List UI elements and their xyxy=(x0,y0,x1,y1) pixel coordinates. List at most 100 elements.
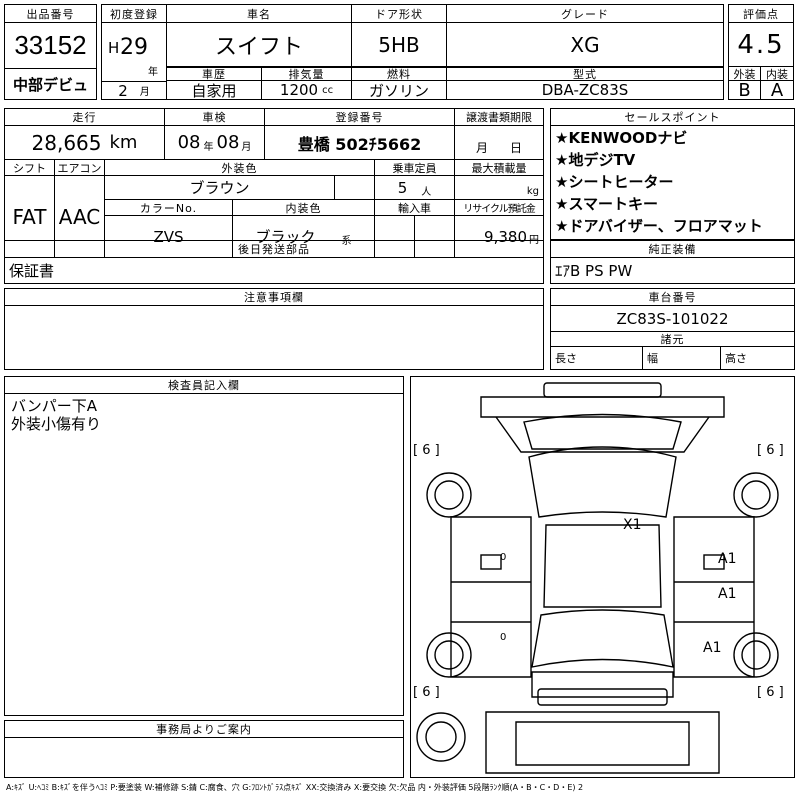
wheel-rear-left xyxy=(426,632,472,678)
roof-shape xyxy=(543,524,662,608)
displacement: 1200 xyxy=(279,81,319,99)
tire-mark-front-left: [ 6 ] xyxy=(413,443,440,458)
reg-year: 29 xyxy=(120,35,148,60)
fuel-label: 燃料 xyxy=(352,67,447,81)
later-parts-value: 保証書 xyxy=(9,262,55,280)
damage-right-rear-fender: A1 xyxy=(703,640,722,656)
legend: A:ｷｽﾞ U:ﾍｺﾐ B:ｷｽﾞを伴うﾍｺﾐ P:要塗装 W:補修跡 S:錆 … xyxy=(6,783,584,792)
car-diagram xyxy=(416,382,779,774)
wheel-front-right xyxy=(733,472,779,518)
first-reg-year-cell: H 29 年 xyxy=(102,23,167,81)
windshield-shape xyxy=(528,446,677,518)
mileage-cell: 28,665 km xyxy=(5,126,165,160)
wheel-rear-right-inner xyxy=(741,640,771,670)
tire-mark-rear-left: [ 6 ] xyxy=(413,685,440,700)
insp-year-unit: 年 xyxy=(203,142,214,153)
front-bumper-shape xyxy=(543,382,662,398)
mileage-label: 走行 xyxy=(5,109,165,126)
ext-color: ブラウン xyxy=(105,176,335,200)
color-no-label: カラーNo. xyxy=(105,200,233,216)
inspector-box: 検査員記入欄 バンパー下A 外装小傷有り xyxy=(4,376,404,716)
inspection-label: 車検 xyxy=(165,109,265,126)
transfer-cell: 月 日 xyxy=(455,126,543,160)
mileage-unit: km xyxy=(109,132,138,153)
transfer-label: 譲渡書類期限 xyxy=(455,109,543,126)
hood-shape xyxy=(523,413,682,450)
selling-point-item: ★ドアバイザー、フロアマット xyxy=(555,217,763,235)
tire-mark-front-right: [ 6 ] xyxy=(757,443,784,458)
shift-label: シフト xyxy=(5,160,55,176)
left-body-mark: 0 xyxy=(500,552,507,563)
grade: XG xyxy=(447,23,723,67)
insp-month-unit: 月 xyxy=(241,142,252,153)
damage-right-rear-door: A1 xyxy=(718,586,737,602)
load-unit: kg xyxy=(526,186,539,197)
inspection-cell: 08 年 08 月 xyxy=(165,126,265,160)
grade-label: グレード xyxy=(447,5,723,23)
history-label: 車歴 xyxy=(167,67,262,81)
capacity-label: 乗車定員 xyxy=(375,160,455,176)
model-label: 型式 xyxy=(447,67,723,81)
ext-color-label: 外装色 xyxy=(105,160,375,176)
damage-roof: X1 xyxy=(623,517,642,533)
standard-equipment-box: 純正装備 ｴｱB PS PW xyxy=(550,240,795,284)
header-table: 初度登録 車名 ドア形状 グレード H 29 年 スイフト 5HB XG 車歴 … xyxy=(101,4,724,100)
insp-month: 08 xyxy=(216,132,240,153)
notes-box: 注意事項欄 xyxy=(4,288,544,370)
score: 4.5 xyxy=(729,23,793,67)
damage-right-front-door: A1 xyxy=(718,551,737,567)
door-type: 5HB xyxy=(352,23,447,67)
notes-label: 注意事項欄 xyxy=(5,289,543,306)
event-name: 中部デビュ xyxy=(12,75,88,94)
rear-window-shape xyxy=(531,609,674,668)
later-parts-label: 後日発送部品 xyxy=(5,241,543,258)
left-body-mark: 0 xyxy=(500,632,507,643)
insp-year: 08 xyxy=(177,132,201,153)
car-name: スイフト xyxy=(167,23,352,67)
mileage: 28,665 xyxy=(31,130,102,155)
score-label: 評価点 xyxy=(729,5,793,23)
inspector-label: 検査員記入欄 xyxy=(5,377,403,394)
later-parts-box: 後日発送部品 保証書 xyxy=(4,240,544,284)
displacement-label: 排気量 xyxy=(262,67,352,81)
reg-month: 2 xyxy=(118,81,128,99)
wheel-rear-left-inner xyxy=(434,640,464,670)
wheel-front-right-inner xyxy=(741,480,771,510)
rear-floor-inner-shape xyxy=(515,721,690,766)
model: DBA-ZC83S xyxy=(541,81,629,99)
exterior-label: 外装 xyxy=(729,67,761,81)
lot-box: 出品番号 33152 中部デビュ xyxy=(4,4,97,100)
height-label: 高さ xyxy=(725,352,747,365)
car-diagram-box: [ 6 ] [ 6 ] [ 6 ] [ 6 ] X1 A1 A1 A1 0 0 xyxy=(410,376,795,778)
spare-wheel xyxy=(416,712,466,762)
spare-wheel-inner xyxy=(425,721,457,753)
exterior-grade: B xyxy=(729,81,761,99)
lot-label: 出品番号 xyxy=(5,5,96,23)
selling-point-item: ★地デジTV xyxy=(555,151,636,169)
office-label: 事務局よりご案内 xyxy=(5,721,403,738)
int-color-label: 内装色 xyxy=(233,200,375,216)
interior-label: 内装 xyxy=(761,67,793,81)
chassis-box: 車台番号 ZC83S-101022 諸元 長さ 幅 高さ xyxy=(550,288,795,370)
chassis-number: ZC83S-101022 xyxy=(551,306,794,332)
wheel-front-left-inner xyxy=(434,480,464,510)
era: H xyxy=(108,39,120,57)
transfer-month: 月 xyxy=(475,141,488,155)
interior-grade: A xyxy=(770,81,784,99)
displacement-unit: cc xyxy=(322,84,334,96)
office-box: 事務局よりご案内 xyxy=(4,720,404,778)
reg-no-label: 登録番号 xyxy=(265,109,455,126)
inspector-note-line: 外装小傷有り xyxy=(11,415,102,433)
reg-year-unit: 年 xyxy=(148,67,158,78)
ext-color-extra xyxy=(335,176,375,200)
vehicle-info-table: 走行 車検 登録番号 譲渡書類期限 28,665 km 08 年 08 月 豊橋… xyxy=(4,108,544,258)
wheel-front-left xyxy=(426,472,472,518)
wheel-rear-right xyxy=(733,632,779,678)
trunk-shape xyxy=(531,671,674,698)
standard-equipment-value: ｴｱB PS PW xyxy=(555,262,633,280)
first-reg-label: 初度登録 xyxy=(102,5,167,23)
tire-mark-rear-right: [ 6 ] xyxy=(757,685,784,700)
width-label: 幅 xyxy=(643,347,721,369)
dimensions-label: 諸元 xyxy=(551,332,794,347)
displacement-cell: 1200 cc xyxy=(262,81,352,99)
